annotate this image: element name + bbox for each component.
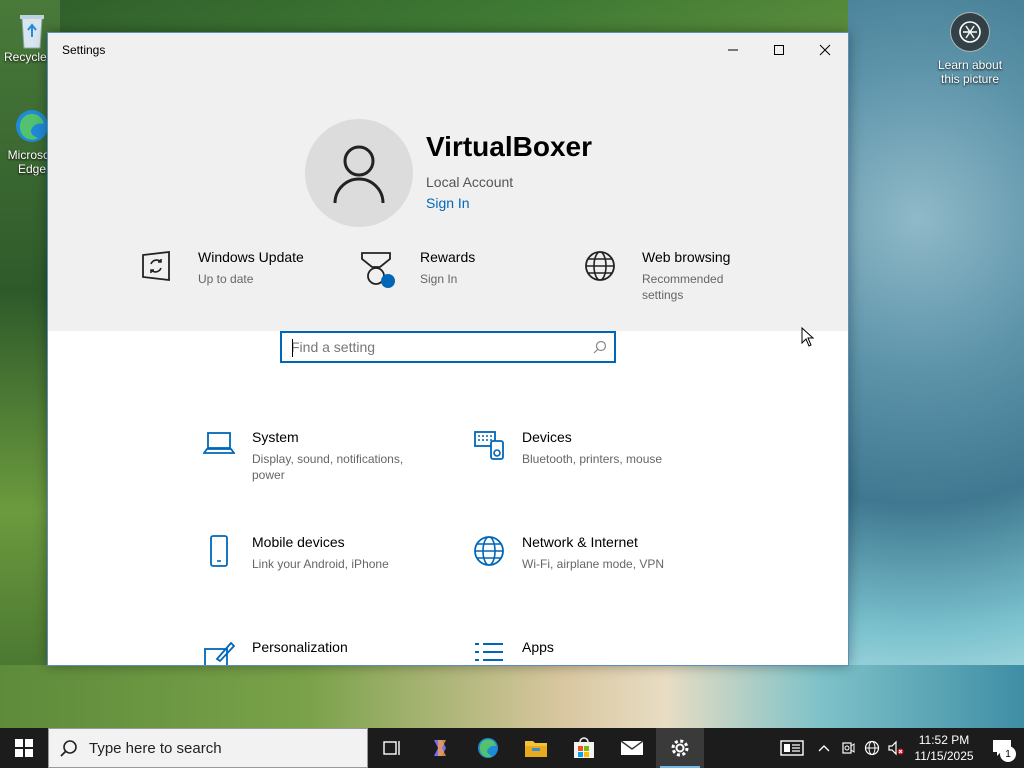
category-title: System (252, 429, 299, 445)
clock-time: 11:52 PM (918, 733, 970, 747)
desktop-wallpaper-right (848, 0, 1024, 728)
category-apps[interactable]: Apps (472, 639, 554, 665)
taskbar-search-placeholder: Type here to search (89, 739, 222, 757)
window-title: Settings (62, 43, 106, 57)
edge-taskbar-button[interactable] (464, 728, 512, 768)
start-button[interactable] (0, 728, 48, 768)
store-button[interactable] (560, 728, 608, 768)
network-globe-icon (864, 740, 880, 756)
desktop-wallpaper-bottom (0, 665, 1024, 728)
category-mobile-devices[interactable]: Mobile devices Link your Android, iPhone (202, 534, 422, 572)
quick-link-subtitle: Recommended settings (642, 272, 724, 302)
category-subtitle: Display, sound, notifications, power (252, 452, 404, 482)
meet-now-button[interactable] (836, 728, 860, 768)
notification-count-badge: 1 (1000, 746, 1016, 762)
news-icon (780, 740, 804, 756)
task-view-button[interactable] (368, 728, 416, 768)
camera-icon (950, 12, 990, 52)
network-tray-button[interactable] (860, 728, 884, 768)
minimize-button[interactable] (710, 33, 756, 67)
account-type: Local Account (426, 174, 514, 190)
recycle-bin-icon (14, 10, 50, 49)
quick-link-web-browsing[interactable]: Web browsing Recommended settings (578, 249, 742, 303)
category-personalization[interactable]: Personalization (202, 639, 348, 665)
title-bar[interactable]: Settings (48, 33, 848, 67)
mail-icon (620, 740, 644, 755)
volume-muted-icon (888, 740, 904, 756)
account-header: VirtualBoxer Local Account Sign In Windo… (48, 67, 848, 331)
news-widget-button[interactable] (772, 728, 812, 768)
copilot-button[interactable] (416, 728, 464, 768)
chevron-up-icon (818, 745, 830, 752)
taskbar-clock[interactable]: 11:52 PM 11/15/2025 (908, 732, 980, 764)
settings-icon (671, 739, 689, 757)
system-tray: 11:52 PM 11/15/2025 1 (772, 728, 1024, 768)
quick-link-subtitle: Up to date (198, 272, 254, 286)
category-subtitle: Bluetooth, printers, mouse (522, 452, 663, 466)
taskbar: Type here to search 11:52 PM 11/15/2025 … (0, 728, 1024, 768)
quick-link-rewards[interactable]: Rewards Sign In (356, 249, 520, 293)
edge-icon (478, 738, 498, 758)
text-cursor (292, 339, 293, 357)
globe-icon (472, 534, 506, 570)
sign-in-link[interactable]: Sign In (426, 195, 470, 211)
avatar[interactable] (305, 119, 413, 227)
store-icon (574, 737, 594, 758)
search-icon (586, 340, 614, 354)
windows-logo-icon (15, 739, 33, 757)
category-subtitle: Link your Android, iPhone (252, 557, 389, 571)
category-system[interactable]: System Display, sound, notifications, po… (202, 429, 422, 483)
search-icon (49, 739, 89, 757)
category-title: Devices (522, 429, 572, 445)
quick-link-title: Web browsing (642, 249, 731, 265)
account-name: VirtualBoxer (426, 131, 592, 162)
quick-link-windows-update[interactable]: Windows Update Up to date (134, 249, 304, 293)
taskbar-search-box[interactable]: Type here to search (48, 728, 368, 768)
category-title: Mobile devices (252, 534, 345, 550)
search-input[interactable] (282, 333, 586, 361)
laptop-icon (202, 429, 236, 465)
user-icon (333, 145, 385, 204)
close-button[interactable] (802, 33, 848, 67)
device-icon (842, 742, 855, 754)
phone-icon (202, 534, 236, 570)
learn-about-picture[interactable]: Learn about this picture (930, 12, 1010, 86)
minimize-icon (728, 49, 738, 51)
learn-about-label: Learn about this picture (937, 58, 1003, 86)
file-explorer-button[interactable] (512, 728, 560, 768)
action-center-button[interactable]: 1 (980, 728, 1024, 768)
category-subtitle: Wi-Fi, airplane mode, VPN (522, 557, 665, 571)
search-setting-box[interactable] (280, 331, 616, 363)
windows-update-icon (134, 249, 178, 293)
settings-taskbar-button[interactable] (656, 728, 704, 768)
category-title: Network & Internet (522, 534, 638, 550)
globe-icon (578, 249, 622, 293)
apps-icon (472, 639, 506, 665)
task-view-icon (383, 741, 400, 755)
volume-tray-button[interactable] (884, 728, 908, 768)
mail-button[interactable] (608, 728, 656, 768)
maximize-icon (774, 45, 784, 55)
category-network-internet[interactable]: Network & Internet Wi-Fi, airplane mode,… (472, 534, 692, 572)
maximize-button[interactable] (756, 33, 802, 67)
quick-link-title: Windows Update (198, 249, 304, 265)
rewards-icon (356, 249, 400, 293)
quick-link-subtitle: Sign In (420, 272, 458, 286)
devices-icon (472, 429, 506, 465)
show-hidden-icons-button[interactable] (812, 728, 836, 768)
category-devices[interactable]: Devices Bluetooth, printers, mouse (472, 429, 692, 467)
copilot-icon (434, 740, 446, 756)
settings-window: Settings VirtualBoxer Local Account Sign… (47, 32, 849, 666)
category-title: Personalization (252, 639, 348, 655)
clock-date: 11/15/2025 (914, 749, 974, 763)
quick-link-title: Rewards (420, 249, 476, 265)
category-title: Apps (522, 639, 554, 655)
file-explorer-icon (525, 741, 547, 757)
personalization-icon (202, 639, 236, 665)
mouse-pointer-icon (801, 327, 815, 347)
close-icon (819, 44, 831, 56)
edge-icon (14, 108, 50, 144)
